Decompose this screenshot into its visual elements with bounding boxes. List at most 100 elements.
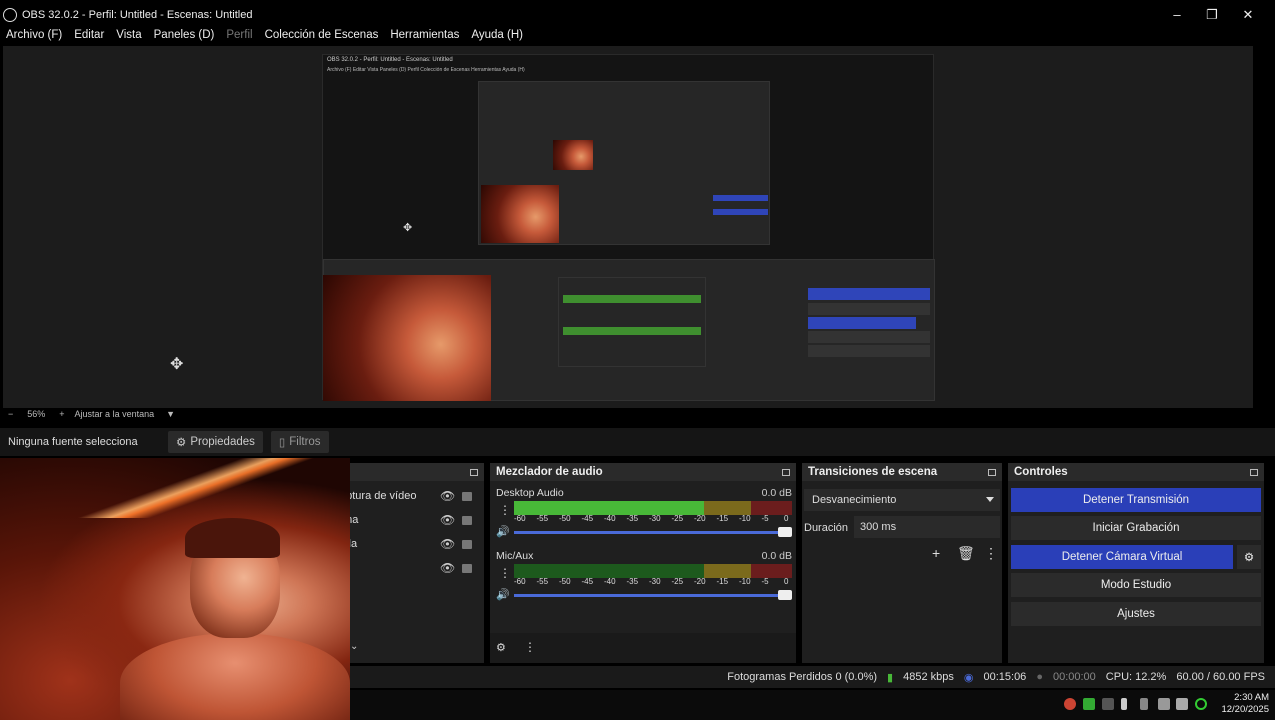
source-item[interactable]: o 👁 [340, 558, 480, 578]
lock-icon[interactable] [462, 491, 472, 501]
channel-name: Desktop Audio [496, 487, 564, 499]
mixer-header: Mezclador de audio [490, 463, 796, 481]
meter-tick-label: -35 [626, 514, 639, 523]
minimize-button[interactable]: – [1167, 6, 1187, 24]
more-options-icon[interactable]: ⋮ [984, 545, 998, 562]
tray-app-icon[interactable] [1083, 698, 1095, 710]
speaker-icon[interactable]: 🔊 [496, 525, 510, 538]
source-name: alla [340, 538, 430, 550]
volume-slider[interactable] [514, 590, 792, 600]
zoom-in-button[interactable]: + [59, 409, 64, 419]
chevron-down-icon[interactable]: ⌄ [350, 641, 358, 652]
meter-tick-label: -5 [761, 514, 769, 523]
steam-icon[interactable] [1102, 698, 1114, 710]
undock-icon[interactable] [782, 468, 790, 476]
status-icon[interactable] [1195, 698, 1207, 710]
channel-db: 0.0 dB [761, 487, 792, 499]
status-bar: Fotogramas Perdidos 0 (0.0%) ▮ 4852 kbps… [350, 666, 1275, 688]
menu-archivo[interactable]: Archivo (F) [0, 26, 68, 46]
maximize-button[interactable]: ❐ [1202, 6, 1222, 24]
meter-tick-label: -30 [649, 577, 661, 586]
microphone-icon[interactable] [1121, 698, 1127, 710]
system-clock[interactable]: 2:30 AM 12/20/2025 [1221, 692, 1269, 716]
undock-icon[interactable] [988, 468, 996, 476]
source-item[interactable]: aptura de vídeo 👁 [340, 486, 480, 506]
more-options-icon[interactable]: ⋮ [499, 503, 511, 517]
nested-meter [563, 295, 701, 303]
more-options-icon[interactable]: ⋮ [524, 640, 536, 654]
more-options-icon[interactable]: ⋮ [499, 566, 511, 580]
settings-button[interactable]: Ajustes [1011, 602, 1261, 626]
lock-icon[interactable] [462, 539, 472, 549]
advanced-audio-icon[interactable]: ⚙ [496, 641, 506, 654]
gear-icon: ⚙ [1243, 552, 1255, 564]
eye-icon[interactable]: 👁 [440, 537, 455, 551]
meter-tick-label: -55 [536, 577, 549, 586]
stream-icon: ◉ [963, 671, 974, 684]
add-icon[interactable]: + [932, 545, 940, 561]
tray-app-icon[interactable] [1064, 698, 1076, 710]
preview-canvas[interactable]: OBS 32.0.2 - Perfil: Untitled - Escenas:… [3, 46, 1253, 408]
meter-tick-label: -30 [649, 514, 661, 523]
menu-ayuda[interactable]: Ayuda (H) [465, 26, 529, 46]
menu-vista[interactable]: Vista [110, 26, 147, 46]
source-toolbar: Ninguna fuente seleccionada ⚙ Propiedade… [0, 428, 1275, 456]
network-icon[interactable] [1158, 698, 1170, 710]
virtualcam-settings-button[interactable]: ⚙ [1237, 545, 1261, 569]
meter-tick-label: -35 [626, 577, 639, 586]
menu-editar[interactable]: Editar [68, 26, 110, 46]
studio-mode-button[interactable]: Modo Estudio [1011, 573, 1261, 597]
zoom-fit-select[interactable]: Ajustar a la ventana [75, 409, 155, 419]
eye-icon[interactable]: 👁 [440, 489, 455, 503]
menu-herramientas[interactable]: Herramientas [384, 26, 465, 46]
menu-paneles[interactable]: Paneles (D) [148, 26, 221, 46]
undock-icon[interactable] [470, 468, 478, 476]
menu-coleccion-escenas[interactable]: Colección de Escenas [259, 26, 385, 46]
stop-stream-button[interactable]: Detener Transmisión [1011, 488, 1261, 512]
volume-knob[interactable] [778, 527, 792, 537]
meter-tick-label: -10 [739, 577, 751, 586]
tray-icon[interactable] [1140, 698, 1148, 710]
nested-meter [563, 327, 701, 335]
move-cursor-icon: ✥ [170, 356, 184, 373]
duration-field[interactable]: 300 ms [854, 516, 1000, 538]
chevron-down-icon[interactable]: ▼ [166, 409, 175, 419]
meter-tick-label: -45 [581, 577, 594, 586]
audio-meter [514, 501, 792, 515]
nested-studio [808, 331, 930, 343]
zoom-out-button[interactable]: − [8, 409, 13, 419]
trash-icon[interactable]: 🗑 [957, 545, 975, 562]
zoom-bar: − 56% + Ajustar a la ventana ▼ [0, 406, 300, 422]
transitions-title: Transiciones de escena [808, 466, 938, 478]
speaker-icon[interactable]: 🔊 [496, 588, 510, 601]
meter-tick-label: -15 [716, 577, 729, 586]
bitrate: 4852 kbps [903, 671, 954, 683]
close-button[interactable]: ✕ [1238, 6, 1258, 24]
meter-tick-label: -10 [739, 514, 751, 523]
move-cursor-icon: ✥ [403, 222, 413, 234]
obs-logo-icon [3, 8, 17, 22]
menu-perfil[interactable]: Perfil [220, 26, 258, 46]
nested-virtualcam [808, 317, 916, 329]
transition-select[interactable]: Desvanecimiento [804, 489, 1000, 511]
volume-icon[interactable] [1176, 698, 1188, 710]
source-item[interactable]: alla 👁 [340, 534, 480, 554]
filters-button[interactable]: ▯ Filtros [270, 431, 329, 453]
undock-icon[interactable] [1250, 468, 1258, 476]
lock-icon[interactable] [462, 515, 472, 525]
source-item[interactable]: ana 👁 [340, 510, 480, 530]
stop-virtualcam-button[interactable]: Detener Cámara Virtual [1011, 545, 1233, 569]
start-record-button[interactable]: Iniciar Grabación [1011, 516, 1261, 540]
lock-icon[interactable] [462, 563, 472, 573]
transition-selected: Desvanecimiento [812, 494, 897, 506]
eye-icon[interactable]: 👁 [440, 561, 455, 575]
meter-tick-label: -40 [604, 514, 616, 523]
volume-knob[interactable] [778, 590, 792, 600]
meter-ticks: -60 -55 -50 -45 -40 -35 -30 -25 -20 -15 -10 -5 0 [514, 514, 792, 524]
zoom-value: 56% [27, 409, 46, 419]
filters-label: Filtros [289, 436, 321, 448]
eye-icon[interactable]: 👁 [440, 513, 455, 527]
properties-button[interactable]: ⚙ Propiedades [168, 431, 263, 453]
audio-mixer-dock: Mezclador de audio Desktop Audio 0.0 dB … [490, 463, 796, 663]
volume-slider[interactable] [514, 527, 792, 537]
